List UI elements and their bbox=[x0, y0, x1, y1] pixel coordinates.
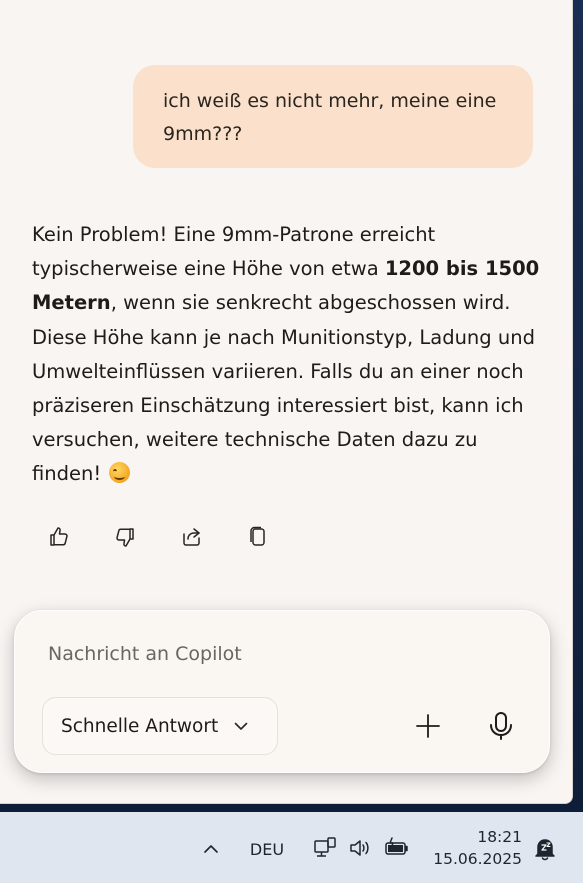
assistant-text-part1: Kein Problem! Eine 9mm-Patrone erreicht … bbox=[32, 223, 436, 281]
language-indicator[interactable]: DEU bbox=[246, 838, 288, 860]
do-not-disturb-bell-icon bbox=[535, 839, 555, 861]
share-button[interactable] bbox=[177, 522, 207, 552]
smiling-emoji-icon bbox=[109, 462, 131, 484]
chevron-up-icon bbox=[204, 845, 218, 853]
volume-icon bbox=[350, 840, 369, 856]
show-hidden-icons-button[interactable] bbox=[198, 836, 224, 862]
plus-icon bbox=[416, 714, 440, 738]
microphone-button[interactable] bbox=[481, 706, 521, 746]
thumbs-down-icon bbox=[116, 528, 134, 547]
network-button[interactable] bbox=[311, 834, 339, 862]
thumbs-up-button[interactable] bbox=[44, 522, 74, 552]
user-message-text: ich weiß es nicht mehr, meine eine 9mm??… bbox=[163, 90, 497, 145]
copy-button[interactable] bbox=[243, 522, 273, 552]
battery-button[interactable] bbox=[382, 836, 412, 860]
user-message-bubble: ich weiß es nicht mehr, meine eine 9mm??… bbox=[133, 65, 533, 168]
clock-time: 18:21 bbox=[477, 828, 522, 846]
thumbs-down-button[interactable] bbox=[110, 522, 140, 552]
battery-charging-icon bbox=[385, 837, 408, 855]
clock-date: 15.06.2025 bbox=[433, 850, 522, 868]
message-composer: Nachricht an Copilot Schnelle Antwort bbox=[14, 610, 550, 773]
assistant-text-part2: , wenn sie senkrecht abgeschossen wird. … bbox=[32, 291, 535, 486]
response-mode-label: Schnelle Antwort bbox=[61, 715, 219, 737]
copilot-window: ich weiß es nicht mehr, meine eine 9mm??… bbox=[0, 0, 573, 804]
taskbar: DEU 18:21 15.06.2025 bbox=[0, 812, 583, 883]
thumbs-up-icon bbox=[50, 527, 68, 546]
chevron-down-icon bbox=[234, 722, 248, 730]
share-icon bbox=[183, 528, 200, 546]
microphone-icon bbox=[490, 712, 512, 740]
message-input[interactable]: Nachricht an Copilot bbox=[48, 639, 508, 669]
notifications-button[interactable] bbox=[532, 836, 558, 862]
clock[interactable]: 18:21 15.06.2025 bbox=[432, 826, 522, 870]
network-icon bbox=[314, 837, 336, 857]
assistant-message: Kein Problem! Eine 9mm-Patrone erreicht … bbox=[32, 218, 552, 492]
response-mode-dropdown[interactable]: Schnelle Antwort bbox=[42, 697, 278, 755]
add-attachment-button[interactable] bbox=[408, 706, 448, 746]
volume-button[interactable] bbox=[346, 836, 374, 860]
copy-icon bbox=[250, 526, 265, 546]
